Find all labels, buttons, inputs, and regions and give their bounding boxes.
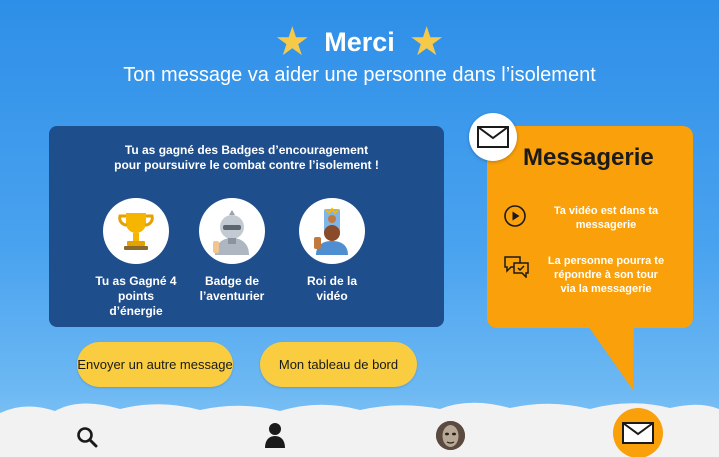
send-another-message-button[interactable]: Envoyer un autre message [77, 342, 233, 387]
knight-icon [199, 198, 265, 264]
star-icon-right: ★ [408, 20, 445, 64]
bottom-navbar [0, 408, 719, 457]
king-video-icon [299, 198, 365, 264]
badges-intro: Tu as gagné des Badges d’encouragement p… [114, 143, 379, 172]
star-icon-left: ★ [274, 20, 311, 64]
messagerie-panel: Messagerie Ta vidéo est dans ta messager… [487, 126, 693, 328]
page-title: Merci [324, 26, 395, 57]
badges-panel: Tu as gagné des Badges d’encouragement p… [49, 126, 444, 327]
messagerie-video-text: Ta vidéo est dans ta messagerie [553, 205, 659, 231]
play-circle-icon [503, 204, 527, 228]
header: ★ Merci ★ Ton message va aider une perso… [0, 22, 719, 87]
badge-video-king: Roi de la vidéo [272, 198, 392, 304]
user-icon[interactable] [262, 421, 288, 449]
messagerie-reply-text: La personne pourra te répondre à son tou… [547, 255, 665, 295]
badge-label: Roi de la vidéo [306, 274, 357, 303]
messagerie-reply-row: La personne pourra te répondre à son tou… [503, 254, 681, 296]
title-row: ★ Merci ★ [0, 22, 719, 62]
mail-icon[interactable] [613, 408, 663, 457]
search-icon[interactable] [74, 424, 100, 450]
avatar[interactable] [436, 421, 465, 450]
envelope-icon [469, 113, 517, 161]
page-subtitle: Ton message va aider une personne dans l… [123, 64, 596, 86]
chat-bubbles-icon [503, 254, 529, 279]
messagerie-video-row: Ta vidéo est dans ta messagerie [503, 204, 681, 232]
trophy-icon [103, 198, 169, 264]
dashboard-button[interactable]: Mon tableau de bord [260, 342, 417, 387]
speech-bubble-tail [588, 326, 634, 390]
messagerie-title: Messagerie [523, 144, 654, 171]
